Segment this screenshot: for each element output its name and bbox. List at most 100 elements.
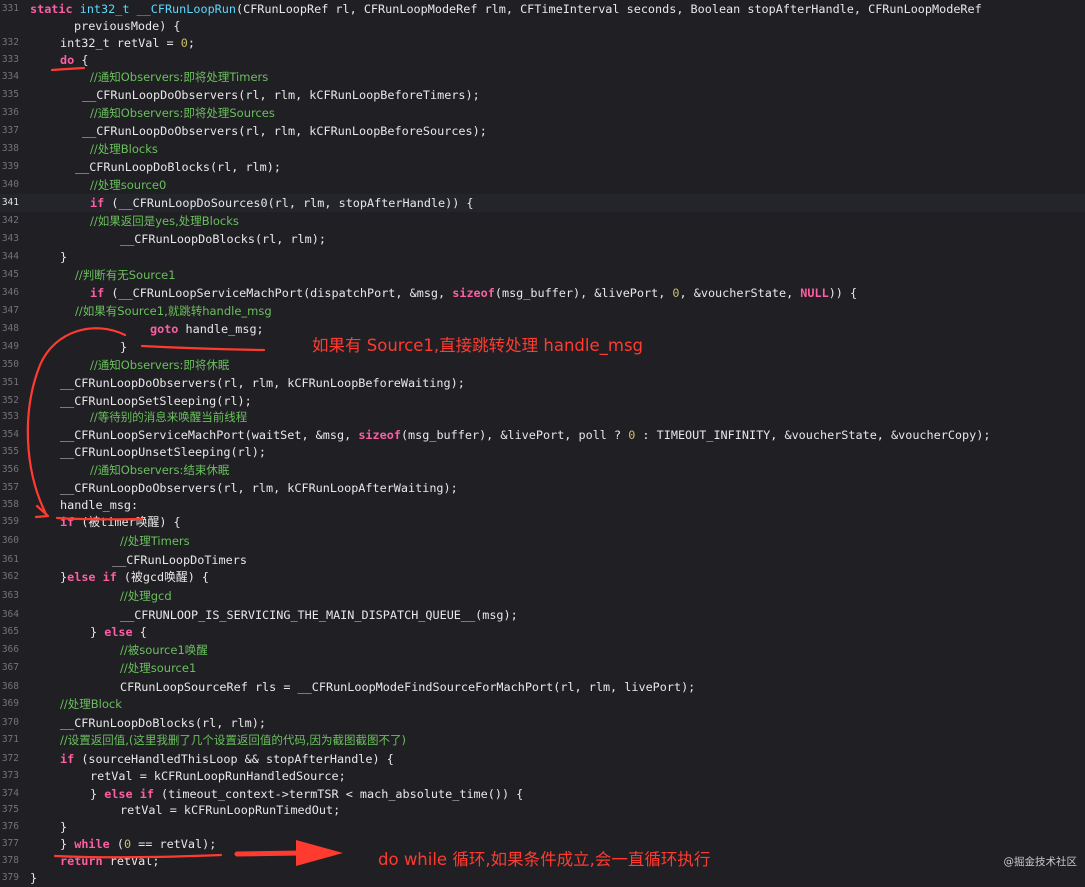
- line-number: 346: [1, 287, 19, 298]
- code-token: __CFRunLoopDoObservers(rl, rlm, kCFRunLo…: [60, 376, 465, 390]
- code-line[interactable]: 360 //处理Timers: [0, 532, 1085, 550]
- code-line[interactable]: 339 __CFRunLoopDoBlocks(rl, rlm);: [0, 158, 1085, 176]
- line-number: 360: [1, 535, 19, 546]
- code-line[interactable]: 353 //等待别的消息来唤醒当前线程: [0, 408, 1085, 426]
- comment-token: //判断有无Source1: [75, 268, 176, 282]
- code-token: (msg_buffer), &livePort,: [494, 286, 673, 300]
- line-number: 342: [1, 215, 19, 226]
- code-text: }: [120, 338, 127, 356]
- line-number: 356: [1, 464, 19, 475]
- line-number: 336: [1, 107, 19, 118]
- code-text: CFRunLoopSourceRef rls = __CFRunLoopMode…: [120, 678, 695, 696]
- code-editor[interactable]: 331 static int32_t __CFRunLoopRun(CFRunLo…: [0, 0, 1085, 886]
- code-line[interactable]: 346 if (__CFRunLoopServiceMachPort(dispat…: [0, 284, 1085, 302]
- line-number: 358: [1, 499, 19, 510]
- code-line[interactable]: 357 __CFRunLoopDoObservers(rl, rlm, kCFRu…: [0, 479, 1085, 497]
- code-line[interactable]: 362}else if (被gcd唤醒) {: [0, 568, 1085, 586]
- code-text: __CFRunLoopDoObservers(rl, rlm, kCFRunLo…: [60, 479, 458, 497]
- code-token: __CFRunLoopDoObservers(rl, rlm, kCFRunLo…: [82, 124, 487, 138]
- code-line[interactable]: 333 do {: [0, 51, 1085, 69]
- code-line[interactable]: 366 //被source1唤醒: [0, 641, 1085, 659]
- code-line[interactable]: 356 //通知Observers:结束休眠: [0, 461, 1085, 479]
- line-number: 351: [1, 377, 19, 388]
- code-line[interactable]: 335 __CFRunLoopDoObservers(rl, rlm, kCFRu…: [0, 86, 1085, 104]
- code-line[interactable]: 371 //设置返回值,(这里我删了几个设置返回值的代码,因为截图截图不了): [0, 731, 1085, 749]
- code-token: int32_t retVal =: [60, 36, 181, 50]
- line-number: 377: [1, 838, 19, 849]
- code-text: __CFRunLoopDoObservers(rl, rlm, kCFRunLo…: [82, 86, 480, 104]
- code-line[interactable]: 354 __CFRunLoopServiceMachPort(waitSet, &…: [0, 426, 1085, 444]
- code-line[interactable]: 359 if (被timer唤醒) {: [0, 513, 1085, 531]
- code-line[interactable]: 343 __CFRunLoopDoBlocks(rl, rlm);: [0, 230, 1085, 248]
- line-number: 367: [1, 662, 19, 673]
- code-line[interactable]: 376}: [0, 818, 1085, 836]
- code-token: }: [30, 871, 38, 885]
- code-text: handle_msg:: [60, 496, 138, 514]
- code-text: __CFRunLoopDoObservers(rl, rlm, kCFRunLo…: [82, 122, 487, 140]
- code-text: //通知Observers:即将处理Sources: [90, 104, 275, 122]
- line-number: 355: [1, 446, 19, 457]
- code-text: __CFRunLoopDoBlocks(rl, rlm);: [120, 230, 326, 248]
- code-line[interactable]: previousMode) {: [0, 17, 1085, 35]
- code-line[interactable]: 363 //处理gcd: [0, 587, 1085, 605]
- code-line[interactable]: 342 //如果返回是yes,处理Blocks: [0, 212, 1085, 230]
- code-line[interactable]: 350 //通知Observers:即将休眠: [0, 356, 1085, 374]
- code-line[interactable]: 345 //判断有无Source1: [0, 266, 1085, 284]
- code-line[interactable]: 365} else {: [0, 623, 1085, 641]
- code-line[interactable]: 370 __CFRunLoopDoBlocks(rl, rlm);: [0, 714, 1085, 732]
- code-line[interactable]: 358 handle_msg:: [0, 496, 1085, 514]
- line-number: 344: [1, 251, 19, 262]
- code-line[interactable]: 351 __CFRunLoopDoObservers(rl, rlm, kCFRu…: [0, 374, 1085, 392]
- code-text: do {: [60, 51, 88, 69]
- line-number: 369: [1, 698, 19, 709]
- code-line[interactable]: 375 retVal = kCFRunLoopRunTimedOut;: [0, 801, 1085, 819]
- code-token: __CFRUNLOOP_IS_SERVICING_THE_MAIN_DISPAT…: [120, 608, 518, 622]
- code-line[interactable]: 368 CFRunLoopSourceRef rls = __CFRunLoopM…: [0, 678, 1085, 696]
- code-text: retVal = kCFRunLoopRunHandledSource;: [90, 767, 346, 785]
- code-text: int32_t retVal = 0;: [60, 34, 195, 52]
- code-line[interactable]: 334 //通知Observers:即将处理Timers: [0, 68, 1085, 86]
- code-text: __CFRUNLOOP_IS_SERVICING_THE_MAIN_DISPAT…: [120, 606, 518, 624]
- code-line-current[interactable]: 341 if (__CFRunLoopDoSources0(rl, rlm, st…: [0, 194, 1085, 212]
- line-number: 353: [1, 411, 19, 422]
- code-text: static int32_t __CFRunLoopRun(CFRunLoopR…: [30, 0, 982, 18]
- line-number: 364: [1, 609, 19, 620]
- comment-token: //通知Observers:即将处理Timers: [90, 70, 269, 84]
- code-line[interactable]: 361 __CFRunLoopDoTimers: [0, 551, 1085, 569]
- code-text: //等待别的消息来唤醒当前线程: [90, 408, 247, 426]
- code-token: (被gcd唤醒) {: [116, 570, 210, 584]
- code-line[interactable]: 379}: [0, 869, 1085, 887]
- code-line[interactable]: 364 __CFRUNLOOP_IS_SERVICING_THE_MAIN_DIS…: [0, 606, 1085, 624]
- line-number: 373: [1, 770, 19, 781]
- code-line[interactable]: 367 //处理source1: [0, 659, 1085, 677]
- keyword-token: do: [60, 53, 75, 67]
- code-line[interactable]: 331 static int32_t __CFRunLoopRun(CFRunLo…: [0, 0, 1085, 18]
- line-number: 350: [1, 359, 19, 370]
- code-line[interactable]: 372 if (sourceHandledThisLoop && stopAfte…: [0, 750, 1085, 768]
- code-line[interactable]: 336 //通知Observers:即将处理Sources: [0, 104, 1085, 122]
- code-token: ;: [187, 36, 195, 50]
- code-line[interactable]: 338 //处理Blocks: [0, 140, 1085, 158]
- line-number: 378: [1, 855, 19, 866]
- code-line[interactable]: 340 //处理source0: [0, 176, 1085, 194]
- code-token: __CFRunLoopUnsetSleeping(rl);: [60, 445, 266, 459]
- code-line[interactable]: 332 int32_t retVal = 0;: [0, 34, 1085, 52]
- code-line[interactable]: 373 retVal = kCFRunLoopRunHandledSource;: [0, 767, 1085, 785]
- line-number: 361: [1, 554, 19, 565]
- comment-token: //处理Timers: [120, 534, 190, 548]
- line-number: 368: [1, 681, 19, 692]
- code-token: }: [120, 340, 128, 354]
- line-number: 359: [1, 516, 19, 527]
- code-text: //通知Observers:即将休眠: [90, 356, 229, 374]
- line-number: 332: [1, 37, 19, 48]
- code-line[interactable]: 337 __CFRunLoopDoObservers(rl, rlm, kCFRu…: [0, 122, 1085, 140]
- comment-token: //处理Blocks: [90, 142, 158, 156]
- line-number: 365: [1, 626, 19, 637]
- code-line[interactable]: 369 //处理Block: [0, 695, 1085, 713]
- code-line[interactable]: 347 //如果有Source1,就跳转handle_msg: [0, 302, 1085, 320]
- code-text: //处理Blocks: [90, 140, 158, 158]
- code-line[interactable]: 344}: [0, 248, 1085, 266]
- line-number: 339: [1, 161, 19, 172]
- comment-token: //如果有Source1,就跳转handle_msg: [75, 304, 272, 318]
- code-line[interactable]: 355 __CFRunLoopUnsetSleeping(rl);: [0, 443, 1085, 461]
